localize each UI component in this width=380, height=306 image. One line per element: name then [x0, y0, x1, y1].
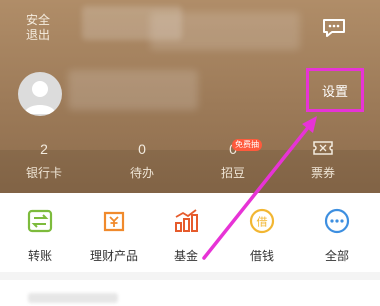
- message-icon[interactable]: [322, 18, 346, 38]
- stat-label: 招豆: [220, 166, 245, 180]
- transfer-icon: [27, 209, 53, 233]
- safe-exit-line2: 退出: [26, 28, 51, 42]
- blurred-bottom-content: [28, 293, 118, 303]
- stat-todo[interactable]: 0 待办: [112, 140, 172, 181]
- shortcut-all[interactable]: 全部: [309, 207, 365, 264]
- free-draw-badge: 免费抽: [232, 139, 262, 151]
- blurred-user-name: [68, 70, 198, 110]
- shortcut-wealth-products[interactable]: 理财产品: [86, 207, 142, 264]
- shortcut-label: 借钱: [249, 249, 274, 263]
- shortcut-label: 转账: [27, 249, 52, 263]
- settings-label: 设置: [321, 83, 348, 99]
- more-dots-icon: [324, 208, 350, 234]
- stat-value: 2: [40, 141, 48, 157]
- stat-label: 银行卡: [25, 166, 62, 180]
- shortcut-fund[interactable]: 基金: [158, 207, 214, 264]
- shortcut-label: 基金: [173, 249, 198, 263]
- blurred-account-info-2: [150, 12, 300, 50]
- stat-label: 票券: [310, 166, 335, 180]
- shortcut-transfer[interactable]: 转账: [12, 207, 68, 264]
- safe-exit-button[interactable]: 安全 退出: [26, 13, 50, 43]
- shortcut-label: 全部: [324, 249, 349, 263]
- stat-label: 待办: [129, 166, 154, 180]
- stat-bank-cards[interactable]: 2 银行卡: [14, 140, 74, 181]
- default-avatar-icon: [24, 81, 56, 114]
- shortcut-borrow[interactable]: 借 借钱: [234, 207, 290, 264]
- coupon-icon: [313, 141, 333, 155]
- avatar[interactable]: [18, 72, 62, 116]
- stat-value: 0: [138, 141, 146, 157]
- wealth-product-icon: [103, 211, 125, 232]
- section-divider: [0, 272, 380, 280]
- svg-text:借: 借: [257, 216, 268, 229]
- settings-button[interactable]: 设置: [306, 68, 364, 112]
- fund-chart-icon: [175, 209, 198, 232]
- borrow-money-icon: 借: [249, 208, 275, 234]
- safe-exit-line1: 安全: [26, 13, 51, 27]
- shortcut-label: 理财产品: [89, 249, 138, 263]
